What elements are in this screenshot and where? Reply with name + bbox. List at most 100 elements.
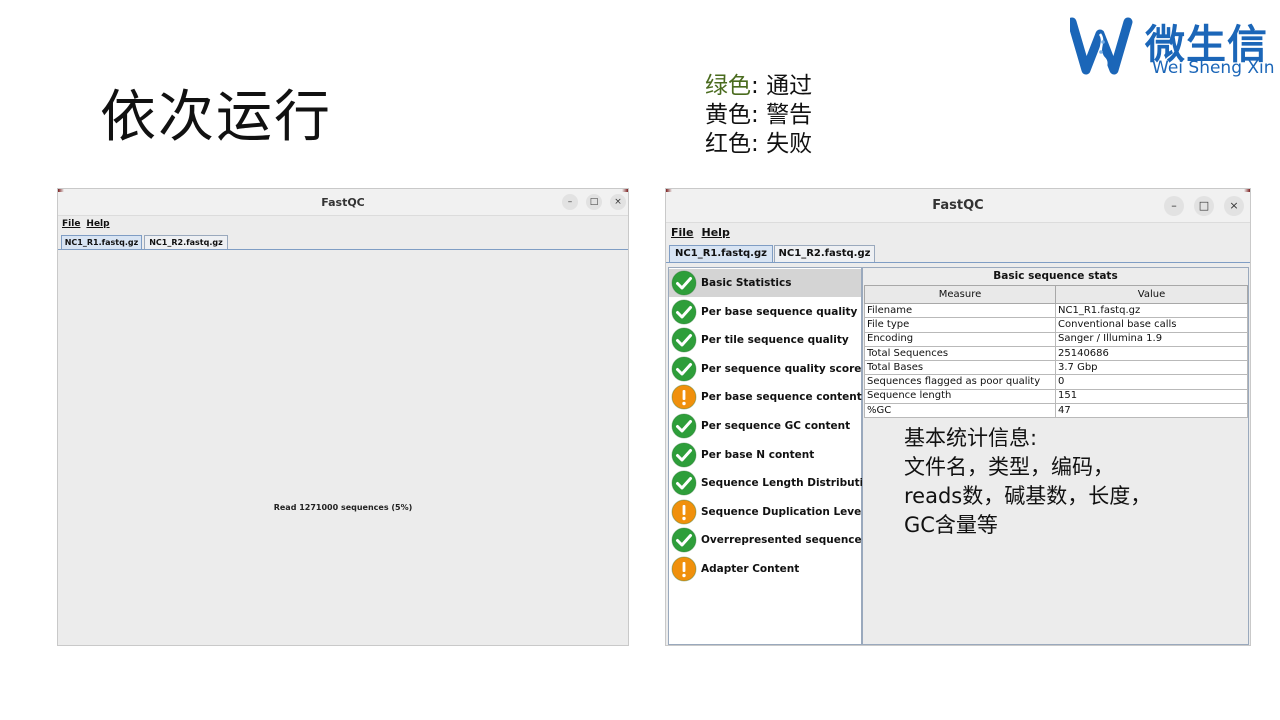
module-item[interactable]: Adapter Content [669, 555, 861, 583]
annotation-text: 基本统计信息: 文件名，类型，编码， reads数，碱基数，长度， GC含量等 [904, 424, 1151, 540]
module-label: Sequence Duplication Levels [701, 505, 872, 518]
legend-label: 红色 [705, 131, 751, 157]
table-row: Encoding Sanger / Illumina 1.9 [864, 331, 1248, 347]
menu-help[interactable]: Help [702, 223, 730, 243]
module-label: Sequence Length Distribution [701, 477, 878, 490]
module-item[interactable]: Per base sequence content [669, 383, 862, 411]
cell-measure: Sequences flagged as poor quality [864, 374, 1056, 390]
legend-row-green: 绿色: 通过 [705, 72, 812, 101]
cell-value: Sanger / Illumina 1.9 [1055, 331, 1248, 347]
module-item[interactable]: Per base N content [669, 441, 861, 469]
cell-value: 25140686 [1055, 345, 1248, 362]
module-item[interactable]: Overrepresented sequences [669, 526, 868, 554]
module-item[interactable]: Sequence Length Distribution [669, 469, 878, 497]
module-item[interactable]: Per sequence quality scores [669, 355, 868, 383]
fastqc-window-loading: FastQC – □ × File Help NC1_R1.fastq.gz NC… [57, 188, 629, 646]
maximize-button[interactable]: □ [586, 194, 602, 210]
module-item[interactable]: Per tile sequence quality [669, 326, 861, 354]
module-label: Per base N content [701, 448, 815, 461]
legend-sep: : [751, 73, 767, 99]
cell-measure: Filename [864, 302, 1056, 319]
slide-title: 依次运行 [100, 85, 332, 150]
module-label: Per sequence GC content [701, 420, 851, 432]
minimize-button[interactable]: – [562, 194, 578, 210]
check-icon [671, 413, 697, 439]
module-label: Adapter Content [701, 563, 800, 575]
cell-measure: %GC [864, 403, 1056, 419]
cell-value: 3.7 Gbp [1055, 360, 1248, 376]
cell-measure: Sequence length [864, 388, 1056, 405]
close-button[interactable]: × [610, 194, 626, 210]
check-icon [671, 356, 697, 382]
warning-icon [671, 556, 697, 582]
column-header-measure[interactable]: Measure [864, 285, 1056, 304]
check-icon [671, 270, 697, 296]
report-title: Basic sequence stats [993, 270, 1118, 282]
menu-file[interactable]: File [671, 223, 694, 243]
table-row: Total Bases 3.7 Gbp [864, 360, 1248, 376]
module-item[interactable]: Per sequence GC content [669, 412, 861, 440]
legend-label: 黄色 [705, 102, 751, 128]
warning-icon [671, 384, 697, 410]
module-label: Per sequence quality scores [701, 362, 868, 375]
fastqc-window-results: FastQC – □ × File Help NC1_R1.fastq.gz NC… [665, 188, 1251, 646]
module-label: Overrepresented sequences [701, 534, 868, 547]
logo-sub-text: Wei Sheng Xin [1152, 58, 1275, 78]
legend-label: 绿色 [705, 73, 751, 99]
check-icon [671, 442, 697, 468]
menu-bar: File Help [58, 216, 628, 233]
legend-sep: : [751, 131, 767, 157]
menu-file[interactable]: File [62, 216, 80, 233]
table-row: %GC 47 [864, 403, 1248, 419]
cell-measure: Total Bases [864, 360, 1056, 376]
annotation-line: GC含量等 [904, 513, 998, 537]
module-label: Per tile sequence quality [701, 334, 849, 347]
cell-value: 47 [1055, 403, 1248, 419]
module-item[interactable]: Per base sequence quality [669, 298, 861, 326]
menu-help[interactable]: Help [86, 216, 109, 233]
check-icon [671, 527, 697, 553]
window-title: FastQC [932, 198, 984, 213]
check-icon [671, 470, 697, 496]
legend-sep: : [751, 102, 767, 128]
loading-panel: Read 1271000 sequences (5%) [58, 249, 628, 645]
module-item[interactable]: Sequence Duplication Levels [669, 498, 871, 526]
table-row: Filename NC1_R1.fastq.gz [864, 302, 1248, 319]
cell-measure: Total Sequences [864, 345, 1056, 362]
table-row: Sequences flagged as poor quality 0 [864, 374, 1248, 390]
close-button[interactable]: × [1224, 196, 1244, 216]
maximize-button[interactable]: □ [1194, 196, 1214, 216]
window-titlebar: FastQC [58, 189, 628, 216]
tab-nc1-r1[interactable]: NC1_R1.fastq.gz [61, 235, 142, 249]
tab-nc1-r2[interactable]: NC1_R2.fastq.gz [774, 245, 875, 262]
legend-meaning: 失败 [766, 131, 813, 157]
check-icon [671, 299, 697, 325]
minimize-button[interactable]: – [1164, 196, 1184, 216]
module-label: Per base sequence quality [701, 305, 858, 318]
progress-status-text: Read 1271000 sequences (5%) [273, 503, 413, 512]
module-list: Basic Statistics Per base sequence qualit… [668, 267, 878, 645]
color-legend: 绿色: 通过 黄色: 警告 红色: 失败 [705, 72, 812, 159]
tab-nc1-r1[interactable]: NC1_R1.fastq.gz [669, 245, 773, 262]
table-header-row: Measure Value [864, 285, 1248, 304]
table-row: Total Sequences 25140686 [864, 345, 1248, 362]
tab-nc1-r2[interactable]: NC1_R2.fastq.gz [144, 235, 228, 249]
legend-meaning: 警告 [766, 102, 813, 128]
cell-value: 151 [1055, 388, 1248, 405]
module-label: Per base sequence content [701, 391, 862, 404]
window-title: FastQC [321, 196, 365, 209]
annotation-line: 文件名，类型，编码， [904, 455, 1114, 479]
legend-meaning: 通过 [766, 73, 813, 99]
window-top-edge [58, 189, 628, 192]
stats-table: Measure Value Filename NC1_R1.fastq.gz Fil… [864, 285, 1248, 419]
warning-icon [671, 499, 697, 525]
annotation-line: 基本统计信息: [904, 426, 1038, 450]
logo-mark-icon [1070, 17, 1133, 75]
module-label: Basic Statistics [701, 277, 792, 289]
column-header-value[interactable]: Value [1055, 285, 1248, 304]
cell-value: NC1_R1.fastq.gz [1055, 302, 1248, 319]
cell-measure: Encoding [864, 331, 1056, 347]
cell-measure: File type [864, 317, 1056, 333]
module-item[interactable]: Basic Statistics [669, 269, 861, 297]
legend-row-red: 红色: 失败 [705, 130, 812, 159]
